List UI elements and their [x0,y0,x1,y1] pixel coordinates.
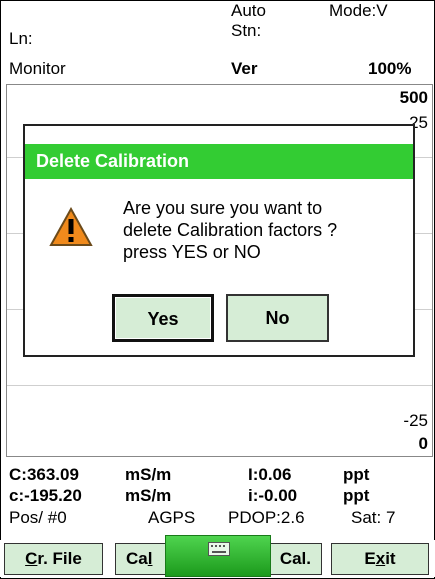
agps-label: AGPS [148,508,196,527]
exit-button[interactable]: Exit [331,543,429,575]
keyboard-icon [208,542,230,556]
warning-icon [49,207,93,246]
conductivity-lower-unit: mS/m [125,486,172,505]
percent-label: 100% [368,59,412,78]
monitor-label: Monitor [9,59,66,78]
scale-top: 500 [399,88,428,107]
pdop-label: PDOP:2.6 [228,508,305,527]
create-file-mnemonic: C [25,549,38,568]
calibrate-left-mnemonic: l [147,549,153,568]
create-file-label: r. File [37,549,82,568]
exit-prefix: E [364,549,376,568]
conductivity-lower-value: c:-195.20 [9,486,82,505]
exit-mnemonic: x [375,549,386,568]
inphase-upper-value: I:0.06 [248,465,292,484]
inphase-lower-unit: ppt [343,486,370,505]
inphase-upper-unit: ppt [343,465,370,484]
line-label: Ln: [9,29,33,48]
dialog-title: Delete Calibration [25,144,413,179]
grid-line [7,385,432,386]
calibrate-left-label: Ca [126,549,148,568]
auto-label: Auto [231,1,266,20]
inphase-lower-value: i:-0.00 [248,486,298,505]
scale-bottom: 0 [418,434,428,453]
dialog-message: Are you sure you want to delete Calibrat… [123,198,338,262]
position-label: Pos/ #0 [9,508,67,527]
mode-label: Mode:V [329,1,388,20]
conductivity-upper-value: C:363.09 [9,465,79,484]
conductivity-upper-unit: mS/m [125,465,172,484]
exit-suffix: it [385,549,396,568]
no-button[interactable]: No [226,294,329,342]
scale-lower: -25 [403,411,428,430]
satellites-label: Sat: 7 [351,508,396,527]
calibrate-right-label: Cal. [279,549,311,568]
ver-label: Ver [231,59,258,78]
yes-button[interactable]: Yes [112,294,214,342]
create-file-button[interactable]: Cr. File [4,543,103,575]
station-label: Stn: [231,21,262,40]
delete-calibration-dialog: Delete Calibration Are you sure you want… [23,124,415,357]
keyboard-button[interactable] [165,535,271,577]
